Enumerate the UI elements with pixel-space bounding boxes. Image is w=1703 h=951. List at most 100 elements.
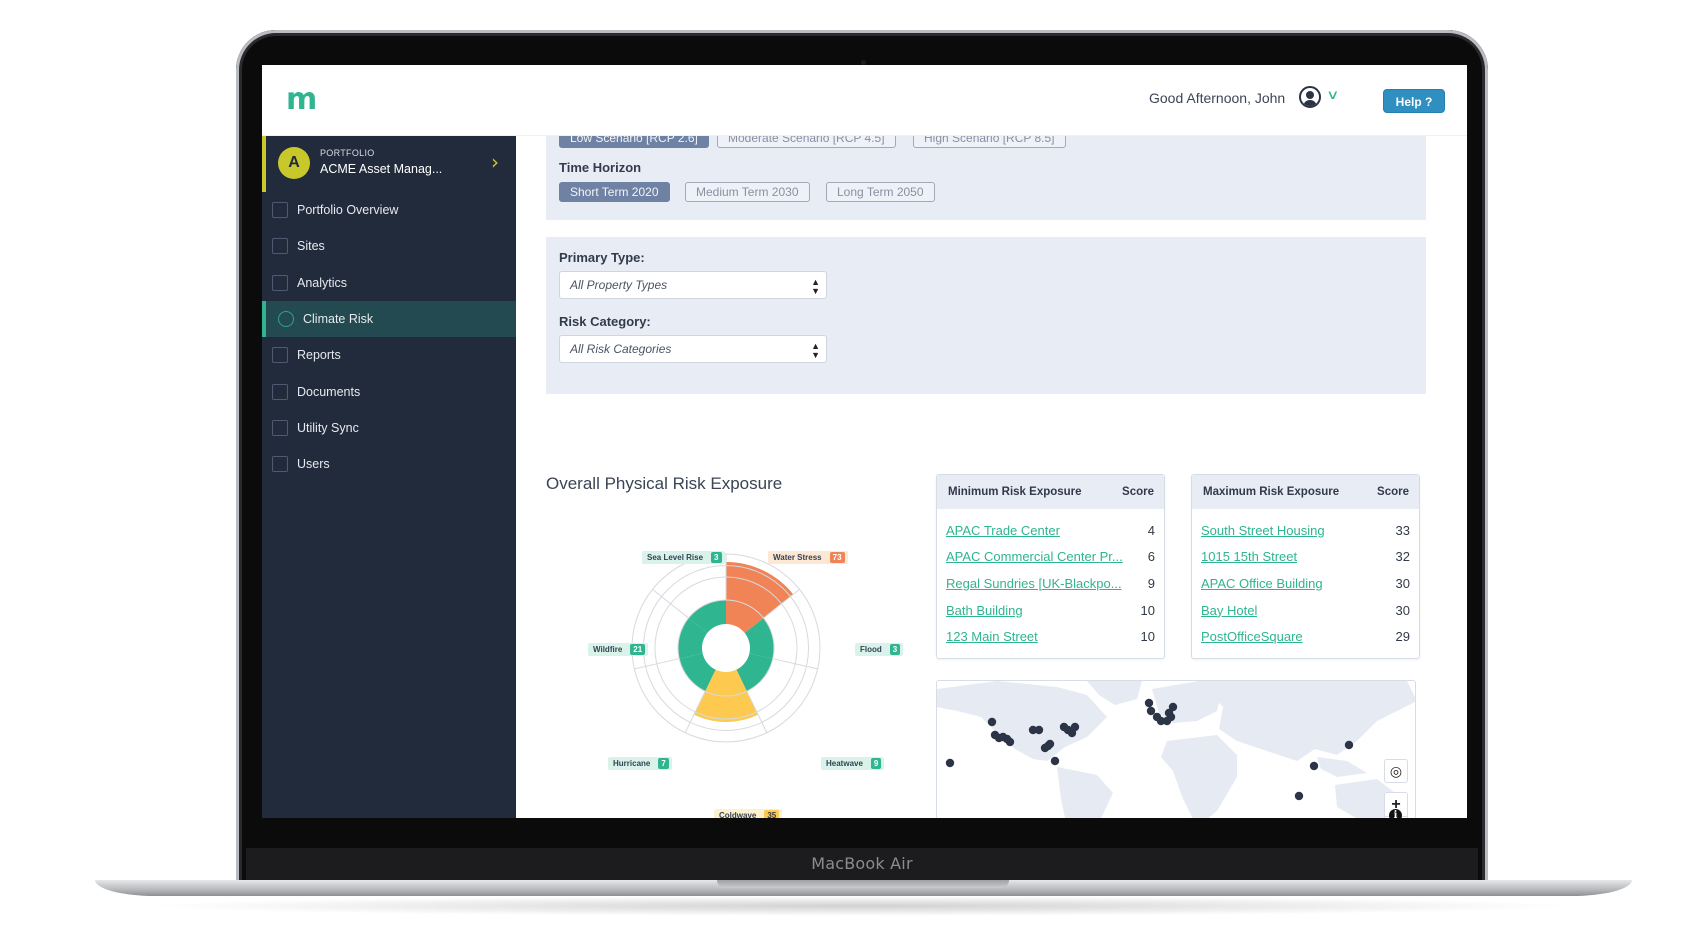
chevron-down-icon[interactable]: ∨ <box>1326 87 1339 103</box>
grid-spoke <box>652 589 689 619</box>
sidebar-item-label: Users <box>297 457 330 472</box>
scenario-low-button[interactable]: Low Scenario [RCP 2.6] <box>559 136 709 148</box>
top-bar: m Good Afternoon, John ∨ Help ? <box>262 65 1467 136</box>
site-marker[interactable] <box>1070 722 1080 732</box>
select-arrows-icon: ▲ ▼ <box>811 277 820 296</box>
laptop-shadow <box>140 896 1580 916</box>
risk-category-label: Risk Category: <box>559 314 651 329</box>
site-marker[interactable] <box>1309 761 1319 771</box>
max-risk-table: Maximum Risk Exposure Score South Street … <box>1191 474 1420 659</box>
site-marker[interactable] <box>1146 706 1156 716</box>
primary-type-value: All Property Types <box>570 278 668 292</box>
table-row: Bay Hotel 30 <box>1192 597 1419 624</box>
sidebar-item-portfolio-overview[interactable]: Portfolio Overview <box>262 192 516 228</box>
north-america <box>937 681 1107 761</box>
info-icon[interactable]: i <box>1389 809 1402 818</box>
scenario-moderate-button[interactable]: Moderate Scenario [RCP 4.5] <box>717 136 896 148</box>
sidebar-item-reports[interactable]: Reports <box>262 337 516 373</box>
polar-risk-chart <box>631 553 821 743</box>
land-masses <box>937 681 1415 818</box>
horizon-medium-button[interactable]: Medium Term 2030 <box>685 182 810 202</box>
site-link[interactable]: APAC Trade Center <box>946 523 1060 538</box>
locate-button[interactable]: ◎ <box>1384 759 1408 783</box>
site-link[interactable]: 1015 15th Street <box>1201 549 1297 564</box>
laptop-bezel: MacBook Air <box>246 848 1478 880</box>
risk-value: 9 <box>870 758 882 769</box>
risk-name: Water Stress <box>773 553 822 562</box>
score-header: Score <box>1377 486 1409 498</box>
primary-type-select[interactable]: All Property Types ▲ ▼ <box>559 271 827 299</box>
site-link[interactable]: 123 Main Street <box>946 629 1038 644</box>
sidebar-item-label: Sites <box>297 239 325 254</box>
min-risk-table: Minimum Risk Exposure Score APAC Trade Ce… <box>936 474 1165 659</box>
help-button[interactable]: Help ? <box>1383 89 1445 113</box>
site-marker[interactable] <box>987 717 997 727</box>
site-marker[interactable] <box>945 758 955 768</box>
scenario-high-button[interactable]: High Scenario [RCP 8.5] <box>913 136 1066 148</box>
south-america <box>1057 767 1113 818</box>
documents-icon <box>272 383 288 400</box>
plug-icon <box>272 419 288 436</box>
risk-name: Wildfire <box>593 645 623 654</box>
chevron-right-icon[interactable]: › <box>491 150 499 174</box>
chart-title: Overall Physical Risk Exposure <box>546 474 783 493</box>
label-flood: Flood 3 <box>855 643 904 656</box>
table-row: APAC Commercial Center Pr... 6 <box>937 544 1164 571</box>
app-screen: m Good Afternoon, John ∨ Help ? A PORTFO… <box>262 65 1467 818</box>
sidebar-item-label: Climate Risk <box>303 312 374 327</box>
site-marker[interactable] <box>1164 708 1174 718</box>
main-content: Low Scenario [RCP 2.6] Moderate Scenario… <box>516 136 1467 818</box>
horizon-short-button[interactable]: Short Term 2020 <box>559 182 670 202</box>
risk-name: Sea Level Rise <box>647 553 704 562</box>
site-marker[interactable] <box>1034 725 1044 735</box>
sidebar-item-sites[interactable]: Sites <box>262 228 516 264</box>
grid-spoke <box>772 658 818 670</box>
min-risk-table-header: Minimum Risk Exposure Score <box>937 475 1164 509</box>
site-map[interactable]: ◎ + − i <box>936 680 1416 818</box>
table-row: South Street Housing 33 <box>1192 517 1419 544</box>
sidebar-item-documents[interactable]: Documents <box>262 373 516 409</box>
scroll-icon <box>272 347 288 364</box>
buildings-icon <box>272 238 288 255</box>
score-header: Score <box>1122 486 1154 498</box>
score-value: 9 <box>1147 575 1155 591</box>
sidebar-item-climate-risk[interactable]: Climate Risk <box>262 300 516 338</box>
site-link[interactable]: Regal Sundries [UK-Blackpo... <box>946 576 1122 591</box>
risk-value: 35 <box>764 810 780 818</box>
site-link[interactable]: APAC Office Building <box>1201 576 1323 591</box>
score-value: 32 <box>1395 549 1410 565</box>
risk-value: 73 <box>829 552 845 563</box>
risk-category-select[interactable]: All Risk Categories ▲ ▼ <box>559 335 827 363</box>
user-avatar-icon[interactable] <box>1299 86 1321 108</box>
site-marker[interactable] <box>1005 737 1015 747</box>
site-marker[interactable] <box>1050 756 1060 766</box>
site-link[interactable]: Bath Building <box>946 603 1023 618</box>
device-model-label: MacBook Air <box>811 854 913 873</box>
site-marker[interactable] <box>1045 739 1055 749</box>
app-logo[interactable]: m <box>286 82 317 117</box>
laptop-notch <box>717 880 1009 888</box>
site-marker[interactable] <box>1144 698 1154 708</box>
risk-name: Coldwave <box>719 811 757 818</box>
portfolio-selector[interactable]: A PORTFOLIO ACME Asset Manag... › <box>262 136 516 192</box>
greenland <box>1087 681 1142 705</box>
site-link[interactable]: APAC Commercial Center Pr... <box>946 549 1123 564</box>
score-value: 10 <box>1140 629 1155 645</box>
risk-name: Flood <box>860 645 882 654</box>
sidebar-item-utility-sync[interactable]: Utility Sync <box>262 410 516 446</box>
portfolio-name: ACME Asset Manag... <box>320 162 443 176</box>
sidebar-item-label: Documents <box>297 384 361 399</box>
scenario-panel: Low Scenario [RCP 2.6] Moderate Scenario… <box>546 136 1426 220</box>
horizon-long-button[interactable]: Long Term 2050 <box>826 182 935 202</box>
time-horizon-label: Time Horizon <box>559 160 642 175</box>
score-value: 30 <box>1395 575 1410 591</box>
sidebar-item-analytics[interactable]: Analytics <box>262 265 516 301</box>
site-marker[interactable] <box>1344 740 1354 750</box>
site-marker[interactable] <box>1294 791 1304 801</box>
site-link[interactable]: Bay Hotel <box>1201 603 1257 618</box>
label-hurricane: Hurricane 7 <box>608 757 672 770</box>
site-link[interactable]: South Street Housing <box>1201 523 1325 538</box>
asia <box>1199 681 1415 761</box>
sidebar-item-users[interactable]: Users <box>262 446 516 482</box>
site-link[interactable]: PostOfficeSquare <box>1201 629 1303 644</box>
